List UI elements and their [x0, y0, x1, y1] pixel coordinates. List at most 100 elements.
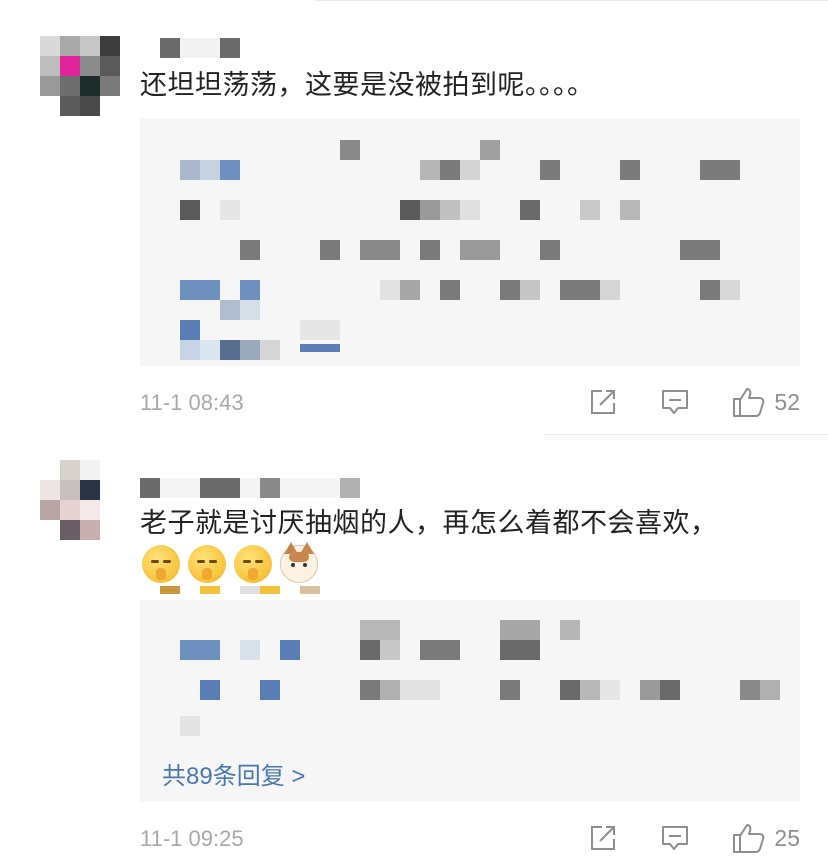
- blurred-content: [180, 320, 200, 340]
- blurred-content: [620, 160, 640, 180]
- blurred-content: [440, 160, 460, 180]
- blurred-content: [500, 620, 540, 640]
- blurred-content: [540, 160, 560, 180]
- blurred-content: [380, 640, 400, 660]
- share-button[interactable]: [588, 387, 618, 417]
- blurred-content: [240, 340, 260, 360]
- blurred-content: [440, 280, 460, 300]
- timestamp: 11-1 09:25: [140, 826, 244, 851]
- blurred-content: [440, 200, 460, 220]
- blurred-content: [360, 640, 380, 660]
- blurred-content: [460, 200, 480, 220]
- blurred-content: [240, 300, 260, 320]
- username-blurred[interactable]: [140, 478, 360, 498]
- share-icon: [588, 823, 618, 853]
- blurred-content: [200, 680, 220, 700]
- blurred-content: [300, 320, 340, 340]
- shush-face-emoji: [188, 545, 226, 583]
- blurred-content: [380, 680, 400, 700]
- like-button[interactable]: 52: [732, 386, 800, 418]
- comment-actions: 52: [546, 382, 800, 422]
- blurred-content: [300, 586, 320, 594]
- blurred-content: [480, 140, 500, 160]
- blurred-content: [540, 240, 560, 260]
- reply-preview[interactable]: 共89条回复 >: [140, 600, 800, 802]
- blurred-content: [420, 160, 440, 180]
- blurred-content: [180, 200, 200, 220]
- blurred-content: [240, 640, 260, 660]
- blurred-content: [200, 340, 220, 360]
- blurred-content: [560, 280, 600, 300]
- blurred-content: [600, 680, 620, 700]
- blurred-content: [360, 680, 380, 700]
- blurred-content: [580, 680, 600, 700]
- blurred-content: [520, 200, 540, 220]
- blurred-content: [360, 240, 400, 260]
- blurred-content: [160, 586, 180, 594]
- cat-face-emoji: [280, 542, 318, 583]
- thumbs-up-icon: [732, 822, 766, 854]
- blurred-content: [220, 340, 240, 360]
- blurred-content: [180, 160, 200, 180]
- blurred-content: [260, 680, 280, 700]
- blurred-content: [460, 160, 480, 180]
- blurred-content: [220, 200, 240, 220]
- blurred-content: [180, 716, 200, 736]
- blurred-content: [320, 240, 340, 260]
- comment-text: 还坦坦荡荡，这要是没被拍到呢。。。。: [140, 70, 595, 101]
- blurred-content: [180, 340, 200, 360]
- blurred-content: [700, 280, 720, 300]
- blurred-content: [620, 200, 640, 220]
- blurred-content: [700, 160, 740, 180]
- blurred-content: [240, 586, 260, 594]
- blurred-content: [420, 640, 460, 660]
- blurred-content: [260, 340, 280, 360]
- blurred-content: [360, 620, 400, 640]
- comment-item: 老子就是讨厌抽烟的人，再怎么着都不会喜欢， 共89条回复 > 11-1 09:2…: [0, 440, 828, 853]
- comment-icon: [660, 387, 690, 417]
- blurred-content: [240, 280, 260, 300]
- comment-button[interactable]: [660, 823, 690, 853]
- comment-meta: 11-1 08:43 52: [140, 382, 800, 422]
- blurred-content: [600, 280, 620, 300]
- blurred-content: [420, 240, 440, 260]
- blurred-content: [420, 200, 440, 220]
- like-button[interactable]: 25: [732, 822, 800, 854]
- blurred-content: [220, 160, 240, 180]
- blurred-content: [280, 640, 300, 660]
- reply-preview[interactable]: [140, 118, 800, 366]
- blurred-content: [720, 280, 740, 300]
- shush-face-emoji: [142, 545, 180, 583]
- blurred-content: [500, 280, 520, 300]
- blurred-content: [580, 200, 600, 220]
- shush-face-emoji: [234, 545, 272, 583]
- blurred-content: [560, 680, 580, 700]
- blurred-content: [400, 680, 440, 700]
- username-blurred[interactable]: [140, 38, 240, 58]
- blurred-content: [240, 240, 260, 260]
- comment-item: 还坦坦荡荡，这要是没被拍到呢。。。。 11-1 08:43 52: [0, 0, 828, 430]
- blurred-content: [500, 640, 540, 660]
- avatar[interactable]: [40, 36, 120, 116]
- like-count: 25: [774, 824, 800, 851]
- avatar[interactable]: [40, 460, 120, 540]
- blurred-content: [400, 200, 420, 220]
- divider: [545, 434, 828, 435]
- blurred-content: [200, 160, 220, 180]
- blurred-content: [560, 620, 580, 640]
- blurred-content: [760, 680, 780, 700]
- comment-icon: [660, 823, 690, 853]
- thumbs-up-icon: [732, 386, 766, 418]
- blurred-content: [640, 680, 660, 700]
- share-button[interactable]: [588, 823, 618, 853]
- timestamp: 11-1 08:43: [140, 390, 244, 415]
- blurred-content: [200, 586, 220, 594]
- view-more-replies-link[interactable]: 共89条回复 >: [162, 756, 305, 791]
- blurred-content: [180, 640, 220, 660]
- blurred-content: [220, 300, 240, 320]
- comment-text: 老子就是讨厌抽烟的人，再怎么着都不会喜欢，: [140, 508, 718, 539]
- comment-button[interactable]: [660, 387, 690, 417]
- blurred-content: [340, 140, 360, 160]
- comment-actions: 25: [546, 818, 800, 858]
- like-count: 52: [774, 388, 800, 415]
